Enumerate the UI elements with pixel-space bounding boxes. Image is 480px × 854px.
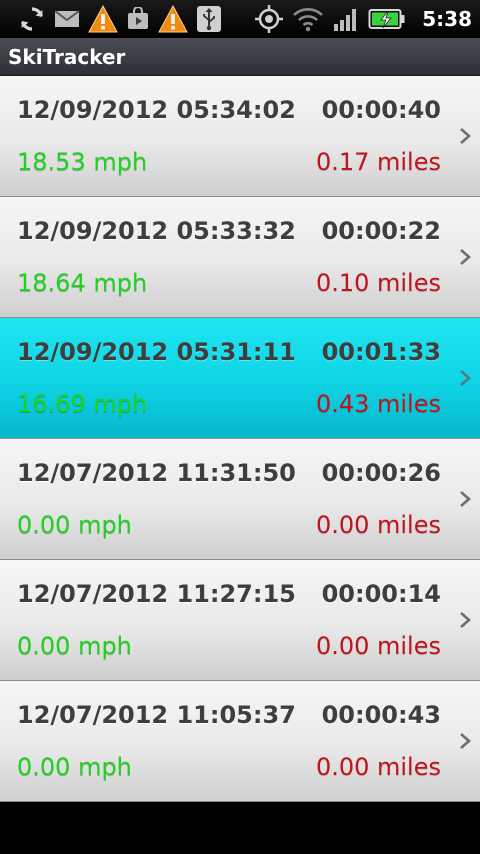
app-title-bar: SkiTracker	[0, 38, 480, 76]
chevron-right-icon	[460, 128, 471, 144]
list-item-run-5[interactable]: 12/07/2012 11:27:15 00:00:14 0.00 mph 0.…	[0, 560, 480, 681]
list-item-run-6[interactable]: 12/07/2012 11:05:37 00:00:43 0.00 mph 0.…	[0, 681, 480, 802]
run-duration: 00:00:14	[321, 580, 441, 608]
gmail-icon	[54, 4, 80, 34]
run-datetime: 12/09/2012 05:34:02	[17, 96, 296, 124]
chevron-right-icon	[460, 612, 471, 628]
run-speed: 16.69 mph	[17, 390, 148, 418]
chevron-right-icon	[460, 733, 471, 749]
run-list: 12/09/2012 05:34:02 00:00:40 18.53 mph 0…	[0, 76, 480, 802]
app-title: SkiTracker	[8, 44, 126, 69]
list-item-run-1[interactable]: 12/09/2012 05:34:02 00:00:40 18.53 mph 0…	[0, 76, 480, 197]
run-distance: 0.17 miles	[315, 148, 441, 176]
run-speed: 0.00 mph	[17, 632, 132, 660]
run-datetime: 12/09/2012 05:31:11	[17, 338, 296, 366]
status-bar: 5:38	[0, 0, 480, 38]
chevron-right-icon	[460, 491, 471, 507]
run-duration: 00:00:22	[321, 217, 441, 245]
screen: 5:38 SkiTracker 12/09/2012 05:34:02 00:0…	[0, 0, 480, 854]
run-speed: 0.00 mph	[17, 511, 132, 539]
market-icon	[126, 4, 150, 34]
wifi-icon	[292, 4, 324, 34]
run-datetime: 12/09/2012 05:33:32	[17, 217, 296, 245]
usb-icon	[196, 4, 222, 34]
run-duration: 00:00:40	[321, 96, 441, 124]
run-distance: 0.10 miles	[315, 269, 441, 297]
signal-icon	[332, 4, 360, 34]
run-datetime: 12/07/2012 11:31:50	[17, 459, 296, 487]
warning-icon	[88, 4, 118, 34]
run-distance: 0.00 miles	[315, 511, 441, 539]
run-duration: 00:00:43	[321, 701, 441, 729]
run-datetime: 12/07/2012 11:05:37	[17, 701, 296, 729]
run-speed: 18.53 mph	[17, 148, 148, 176]
run-duration: 00:01:33	[321, 338, 441, 366]
chevron-right-icon	[460, 249, 471, 265]
run-distance: 0.43 miles	[315, 390, 441, 418]
run-datetime: 12/07/2012 11:27:15	[17, 580, 296, 608]
run-speed: 0.00 mph	[17, 753, 132, 781]
battery-charging-icon	[368, 4, 406, 34]
list-item-run-3-selected[interactable]: 12/09/2012 05:31:11 00:01:33 16.69 mph 0…	[0, 318, 480, 439]
run-speed: 18.64 mph	[17, 269, 148, 297]
status-clock: 5:38	[422, 7, 472, 31]
gps-icon	[254, 4, 284, 34]
list-item-run-4[interactable]: 12/07/2012 11:31:50 00:00:26 0.00 mph 0.…	[0, 439, 480, 560]
list-item-run-2[interactable]: 12/09/2012 05:33:32 00:00:22 18.64 mph 0…	[0, 197, 480, 318]
empty-list-area	[0, 802, 480, 854]
run-distance: 0.00 miles	[315, 753, 441, 781]
run-duration: 00:00:26	[321, 459, 441, 487]
chevron-right-icon	[460, 370, 471, 386]
warning-icon	[158, 4, 188, 34]
run-distance: 0.00 miles	[315, 632, 441, 660]
sync-icon	[18, 4, 46, 34]
